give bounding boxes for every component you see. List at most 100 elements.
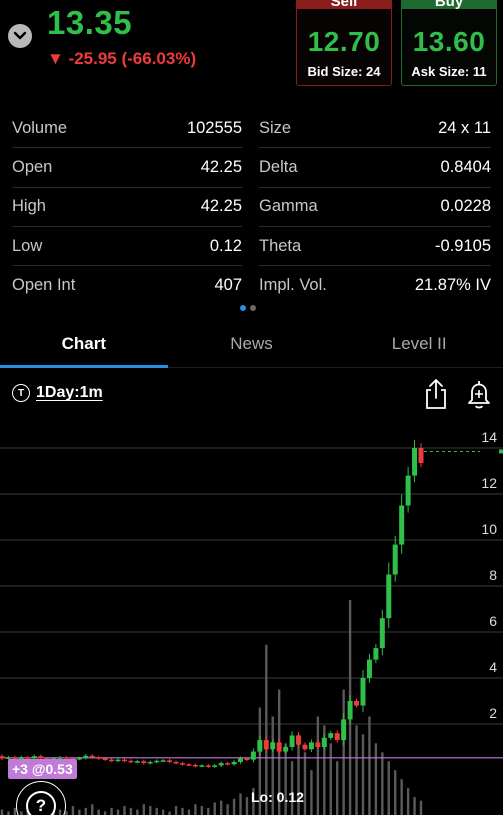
volume-bar [419,800,423,815]
page-dot-1[interactable] [240,305,246,311]
volume-bar [394,770,397,815]
stat-value: 42.25 [200,197,242,216]
volume-bar [239,793,242,815]
volume-bar [0,809,4,815]
volume-bar [329,743,332,815]
volume-bar [161,809,165,815]
volume-bar [174,806,178,815]
sell-button[interactable]: Sell 12.70 Bid Size: 24 [296,0,392,86]
share-icon[interactable] [424,378,448,410]
stats-right-column: Size 24 x 11 Delta 0.8404 Gamma 0.0228 Thet… [259,109,491,305]
candle [366,659,372,678]
help-button[interactable]: ? [26,791,56,815]
bid-size: Bid Size: 24 [307,64,381,79]
stat-value: 0.8404 [440,157,491,176]
candle [392,544,398,575]
stat-label: Theta [259,236,302,255]
candle [270,742,276,750]
page-dot-2[interactable] [250,305,256,311]
candle [128,760,134,763]
stat-value: 102555 [186,118,242,137]
stat-value: 0.0228 [440,197,491,216]
volume-bar [187,809,191,815]
chevron-down-icon [13,31,27,40]
volume-bar [355,725,358,815]
candle [283,747,289,752]
stat-row-open: Open 42.25 [12,148,242,188]
volume-bar [232,798,236,815]
volume-bar [116,809,120,815]
stat-row-open-int: Open Int 407 [12,266,242,305]
candle [115,759,121,762]
candle [321,737,327,747]
volume-bar [84,807,87,815]
candle [173,761,179,764]
candle [205,765,211,767]
volume-bar [336,761,339,815]
candle [218,763,224,766]
volume-bar [342,689,345,815]
stat-label: Impl. Vol. [259,276,327,295]
volume-bar [78,809,81,815]
candle [231,761,237,765]
stat-label: Open Int [12,276,76,295]
volume-bar [368,716,371,815]
volume-bar [110,807,113,815]
volume-bar [374,743,378,815]
candle [334,733,340,741]
volume-bar [406,788,410,815]
volume-bar [155,807,158,815]
volume-bar [310,770,313,815]
stat-label: Low [12,236,43,255]
volume-bar [400,779,403,815]
stat-label: Gamma [259,197,318,216]
candle [0,756,5,759]
candle [167,760,173,762]
candle [192,764,198,767]
stat-row-volume: Volume 102555 [12,109,242,149]
volume-bar [136,809,139,815]
stat-label: Delta [259,157,298,176]
candle [76,758,82,760]
y-tick-label: 2 [489,705,497,721]
candle [179,763,185,765]
volume-bar [149,806,152,815]
stat-row-gamma: Gamma 0.0228 [259,188,491,227]
candle [186,764,192,766]
candle [360,678,366,706]
volume-bar [142,804,146,815]
tab-chart[interactable]: Chart [0,324,168,368]
candle [96,757,102,759]
volume-bar [303,752,307,815]
candle [308,742,314,750]
candle [347,701,353,720]
bell-icon[interactable] [466,378,492,410]
volume-bar [103,811,107,815]
candle [109,759,115,762]
candle [328,733,334,738]
position-tag[interactable]: +3 @0.53 [8,759,77,779]
tab-level-ii[interactable]: Level II [335,324,503,367]
stat-row-delta: Delta 0.8404 [259,148,491,188]
candle [212,765,218,767]
candle [289,735,295,747]
page-indicator[interactable] [240,305,256,311]
chart-canvas[interactable]: 2 4 6 8 10 12 14 [0,413,503,815]
price-chart[interactable]: 2 4 6 8 10 12 14 +3 @0.53 Lo: 0.12 ? [0,413,503,815]
interval-selector[interactable]: T 1Day:1m [12,384,103,402]
price-change: ▼ -25.95 (-66.03%) [47,49,197,68]
buy-button[interactable]: Buy 13.60 Ask Size: 11 [401,0,497,86]
stat-value: 0.12 [209,236,242,255]
candle [341,719,347,741]
stat-label: Size [259,118,292,137]
candle [199,765,205,767]
candle [89,755,95,758]
volume-bar [361,734,365,815]
candle [83,755,89,759]
volume-bar [381,752,384,815]
volume-bar [91,804,94,815]
stat-row-low: Low 0.12 [12,227,242,267]
collapse-button[interactable] [8,24,32,48]
tab-news[interactable]: News [168,324,336,367]
interval-icon: T [12,384,30,402]
